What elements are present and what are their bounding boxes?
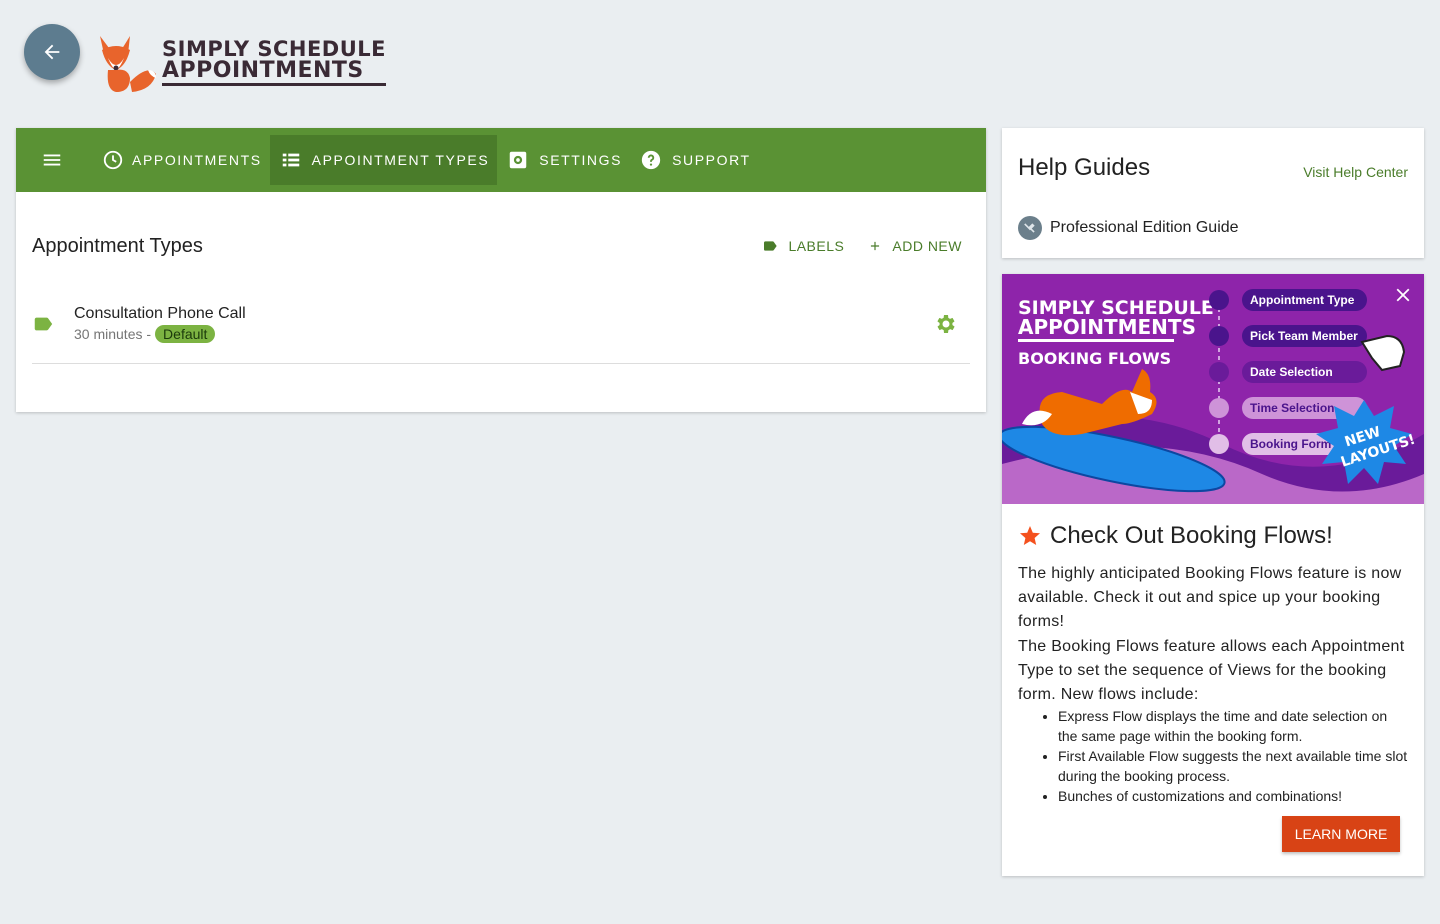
plus-icon [871,241,880,251]
menu-button[interactable] [36,144,68,176]
booking-flows-promo-card: SIMPLY SCHEDULE APPOINTMENTS BOOKING FLO… [1002,274,1424,876]
nav-settings[interactable]: SETTINGS [497,135,630,185]
default-badge: Default [155,324,216,343]
nav-appointments[interactable]: APPOINTMENTS [94,135,270,185]
top-nav: APPOINTMENTS APPOINTMENT TYPES SETTINGS … [16,128,986,192]
list-icon [282,153,299,167]
learn-more-button[interactable]: LEARN MORE [1282,816,1400,852]
guide-item[interactable]: Professional Edition Guide [1018,216,1239,240]
label-icon [764,241,778,251]
settings-icon [510,151,527,169]
appointment-type-settings-button[interactable] [934,312,958,341]
appointment-type-duration: 30 minutes - [74,325,152,342]
banner-step: Booking Form [1250,437,1331,451]
back-button[interactable] [24,24,80,80]
star-icon [1020,526,1040,545]
brand-logo: SIMPLY SCHEDULE APPOINTMENTS [94,30,387,94]
help-guides-card: Help Guides Visit Help Center Profession… [1002,128,1424,258]
list-item: Express Flow displays the time and date … [1058,706,1408,746]
list-item: First Available Flow suggests the next a… [1058,746,1408,786]
arrow-left-icon [44,44,60,60]
close-promo-button[interactable] [1392,284,1414,311]
nav-support[interactable]: SUPPORT [630,135,759,185]
tools-icon [1024,223,1035,233]
promo-title-row: Check Out Booking Flows! [1018,522,1333,550]
banner-step: Date Selection [1250,365,1333,379]
brand-line2: APPOINTMENTS [162,60,387,86]
fox-logo-icon [100,36,156,92]
labels-label: LABELS [788,238,845,254]
help-guides-title: Help Guides [1018,154,1151,181]
banner-subtitle: BOOKING FLOWS [1018,349,1171,368]
appointment-type-name[interactable]: Consultation Phone Call [74,305,246,323]
clock-icon [103,150,123,170]
add-new-label: ADD NEW [892,238,962,254]
banner-step: Pick Team Member [1250,329,1358,343]
banner-step: Time Selection [1250,401,1334,415]
label-icon [34,317,53,330]
add-new-button[interactable]: ADD NEW [860,232,970,260]
promo-paragraph-2: The Booking Flows feature allows each Ap… [1018,638,1405,703]
list-item: Bunches of customizations and combinatio… [1058,786,1408,806]
booking-flows-banner: SIMPLY SCHEDULE APPOINTMENTS BOOKING FLO… [1002,274,1424,504]
banner-step: Appointment Type [1250,293,1355,307]
page-title: Appointment Types [32,234,203,257]
guide-label: Professional Edition Guide [1050,219,1239,236]
promo-title: Check Out Booking Flows! [1050,522,1333,549]
nav-label: SUPPORT [672,152,751,168]
promo-bullet-list: Express Flow displays the time and date … [1058,706,1408,806]
guide-avatar [1018,216,1042,240]
list-item[interactable]: Consultation Phone Call 30 minutes - Def… [32,284,970,364]
promo-paragraph-1: The highly anticipated Booking Flows fea… [1018,565,1402,630]
close-icon [1396,288,1410,302]
nav-label: APPOINTMENTS [132,152,262,168]
booking-flows-illustration: SIMPLY SCHEDULE APPOINTMENTS BOOKING FLO… [1002,274,1424,504]
nav-label: SETTINGS [539,152,623,168]
nav-label: APPOINTMENT TYPES [311,152,490,168]
brand-line1: SIMPLY SCHEDULE [162,37,387,61]
appointment-types-card: APPOINTMENTS APPOINTMENT TYPES SETTINGS … [16,128,986,412]
gear-icon [937,315,955,333]
nav-appointment-types[interactable]: APPOINTMENT TYPES [269,135,498,185]
labels-button[interactable]: LABELS [754,232,852,260]
menu-icon [43,154,61,166]
help-icon [641,150,661,170]
banner-brand2: APPOINTMENTS [1018,315,1196,339]
visit-help-center-link[interactable]: Visit Help Center [1303,164,1408,180]
